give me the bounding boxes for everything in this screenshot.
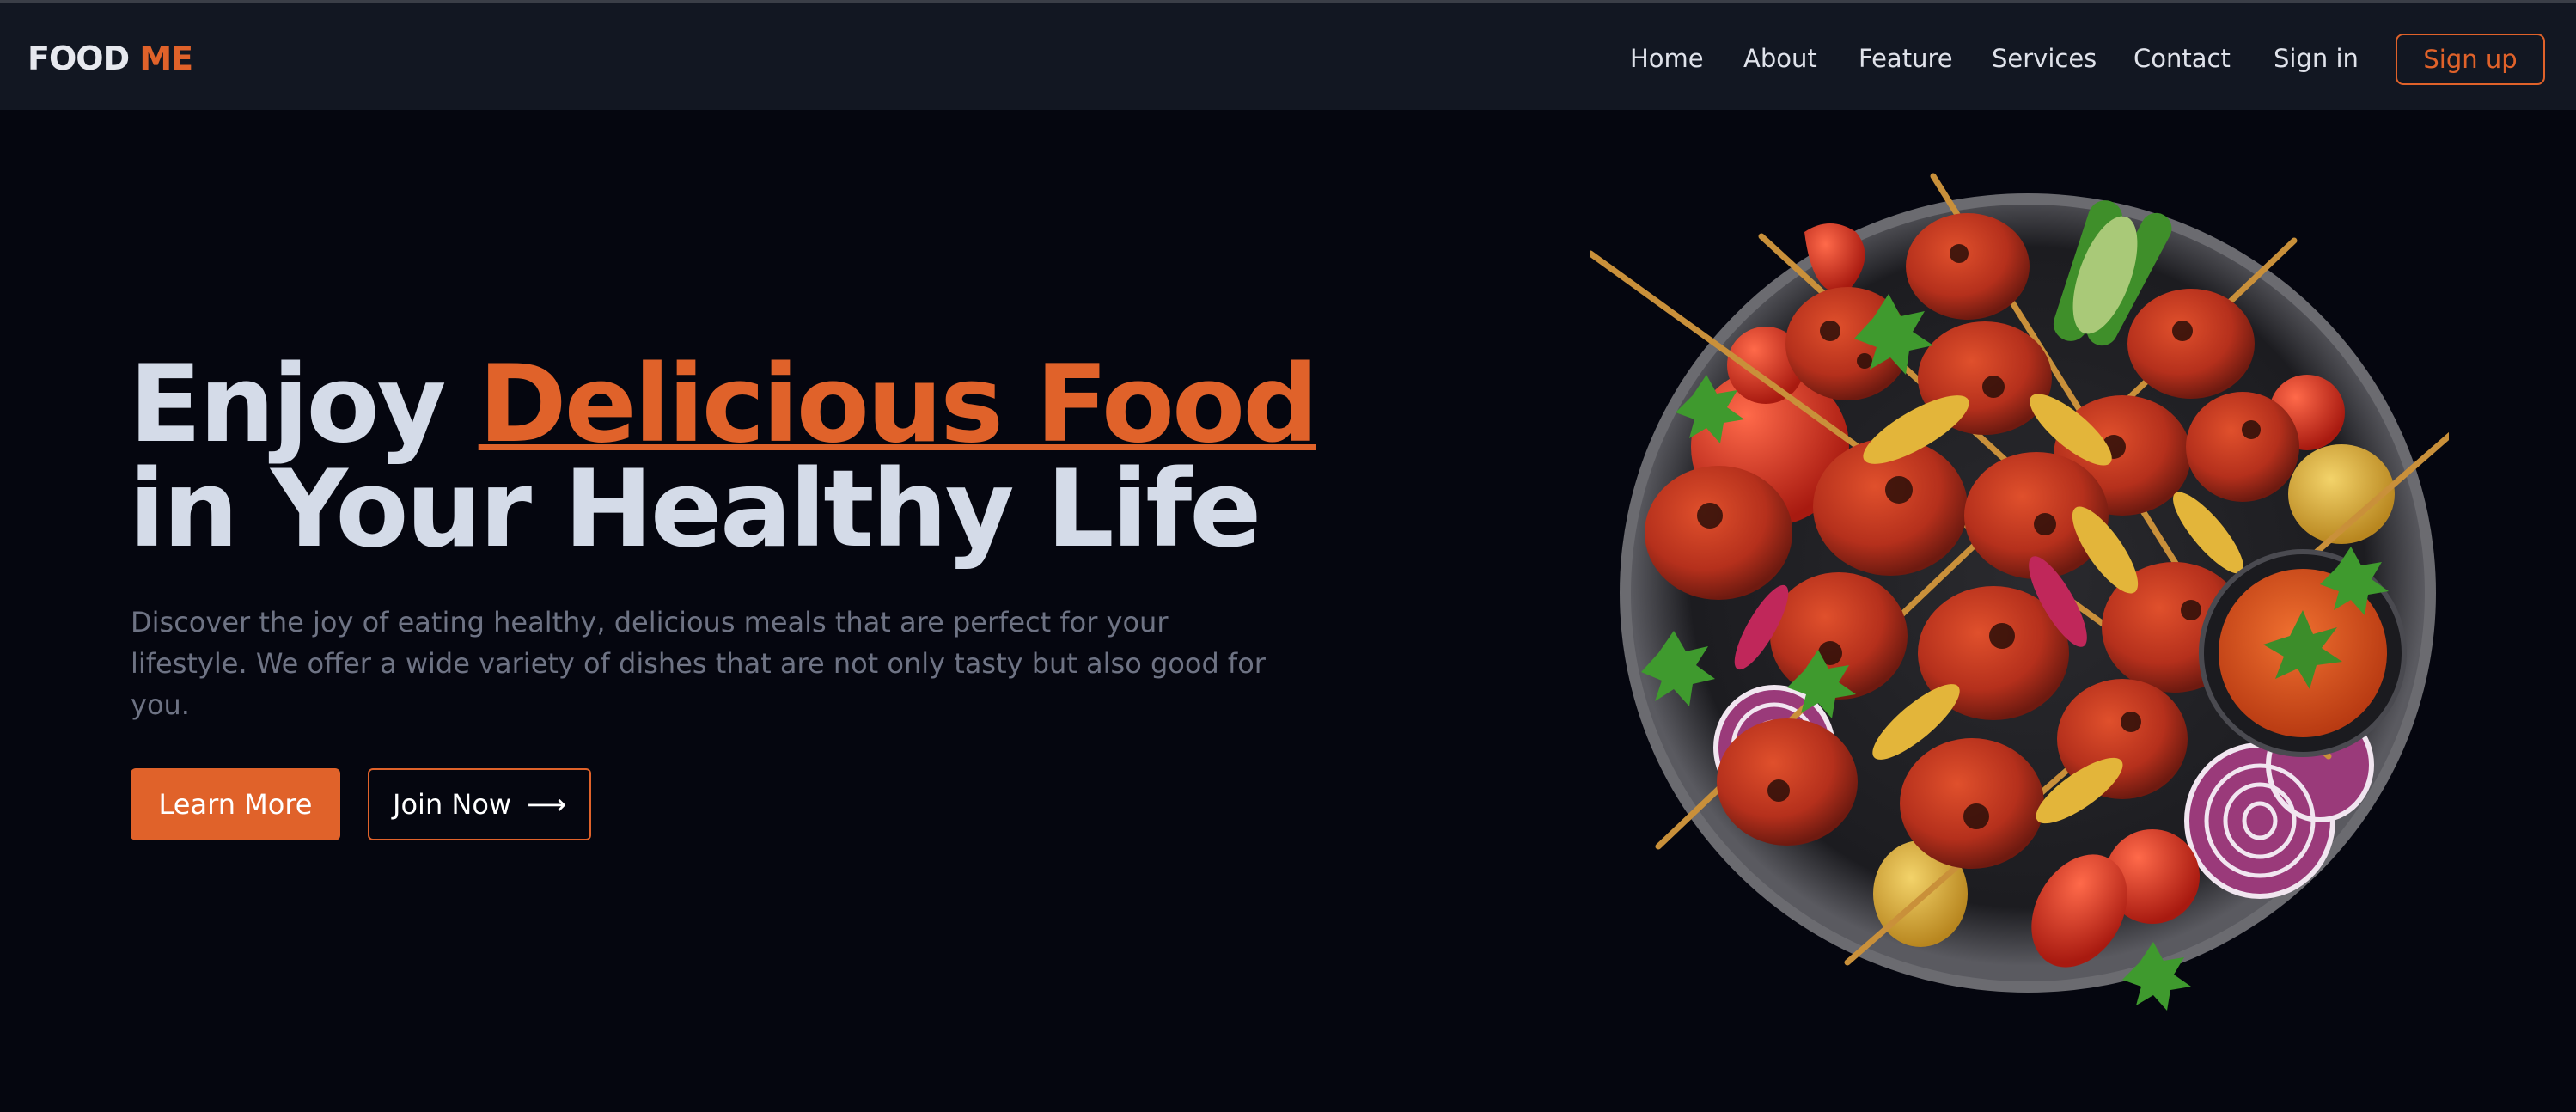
navbar: FOOD ME Home About Feature Services Cont…	[0, 0, 2576, 110]
nav-link-feature[interactable]: Feature	[1859, 41, 1953, 76]
arrow-right-icon: ⟶	[527, 788, 566, 821]
logo-main: FOOD	[27, 40, 130, 77]
nav-link-about[interactable]: About	[1743, 41, 1817, 76]
landing-page: FOOD ME Home About Feature Services Cont…	[0, 0, 2576, 1112]
sign-up-button[interactable]: Sign up	[2396, 34, 2545, 85]
logo-accent: ME	[139, 40, 193, 77]
join-now-label: Join Now	[393, 788, 512, 821]
nav-link-sign-in[interactable]: Sign in	[2274, 41, 2359, 76]
join-now-button[interactable]: Join Now ⟶	[368, 768, 591, 840]
hero-title: Enjoy Delicious Food in Your Healthy Lif…	[129, 351, 1319, 563]
logo[interactable]: FOOD ME	[27, 40, 193, 77]
nav-link-contact[interactable]: Contact	[2133, 41, 2231, 76]
hero-description: Discover the joy of eating healthy, deli…	[131, 606, 1266, 721]
nav-link-services[interactable]: Services	[1992, 41, 2097, 76]
learn-more-button[interactable]: Learn More	[131, 768, 340, 840]
hero-title-line2: in Your Healthy Life	[129, 448, 1261, 571]
food-plate-image	[1590, 173, 2449, 1011]
nav-link-home[interactable]: Home	[1630, 41, 1704, 76]
